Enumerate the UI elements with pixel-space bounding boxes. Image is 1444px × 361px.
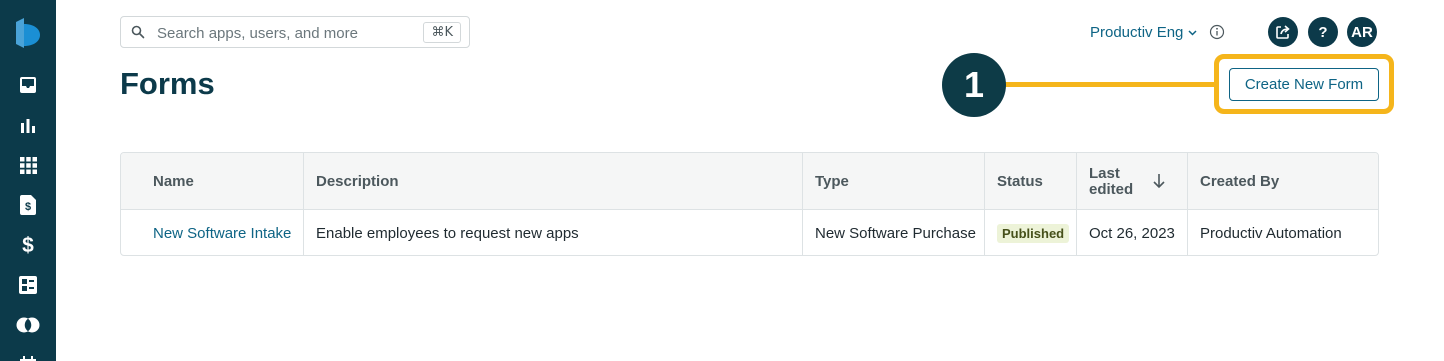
column-divider bbox=[303, 153, 304, 255]
column-header-name[interactable]: Name bbox=[153, 153, 194, 210]
last-edited-date: Oct 26, 2023 bbox=[1089, 224, 1175, 242]
help-icon: ? bbox=[1318, 23, 1328, 41]
apps-grid-icon[interactable] bbox=[16, 153, 40, 177]
column-header-created-by[interactable]: Created By bbox=[1200, 153, 1279, 210]
page-title: Forms bbox=[120, 66, 215, 101]
form-name-link[interactable]: New Software Intake bbox=[153, 210, 291, 255]
productiv-logo-icon[interactable] bbox=[16, 18, 40, 48]
search-shortcut-hint: ⌘K bbox=[423, 22, 461, 43]
forms-icon[interactable] bbox=[16, 273, 40, 297]
column-divider bbox=[1187, 153, 1188, 255]
create-new-form-button[interactable]: Create New Form bbox=[1229, 68, 1379, 101]
search-icon bbox=[131, 25, 145, 39]
column-header-last-edited-line2: edited bbox=[1089, 180, 1134, 198]
org-switcher[interactable]: Productiv Eng bbox=[1090, 24, 1197, 41]
column-header-last-edited[interactable]: Last edited bbox=[1089, 153, 1133, 210]
column-header-status[interactable]: Status bbox=[997, 153, 1043, 210]
user-avatar[interactable]: AR bbox=[1347, 17, 1377, 47]
column-header-description[interactable]: Description bbox=[316, 153, 399, 210]
org-name: Productiv Eng bbox=[1090, 24, 1184, 41]
inbox-icon[interactable] bbox=[16, 73, 40, 97]
column-divider bbox=[802, 153, 803, 255]
svg-text:$: $ bbox=[22, 234, 34, 256]
annotation-connector bbox=[1005, 82, 1216, 87]
table-header bbox=[121, 153, 1378, 210]
sort-descending-icon[interactable] bbox=[1151, 172, 1167, 190]
share-button[interactable] bbox=[1268, 17, 1298, 47]
document-dollar-icon[interactable]: $ bbox=[16, 193, 40, 217]
created-by: Productiv Automation bbox=[1200, 224, 1342, 242]
share-icon bbox=[1276, 25, 1290, 39]
column-header-type[interactable]: Type bbox=[815, 153, 849, 210]
form-type: New Software Purchase bbox=[815, 224, 976, 242]
sidebar: $ $ bbox=[0, 0, 56, 361]
status-badge: Published bbox=[997, 223, 1070, 243]
dollar-icon[interactable]: $ bbox=[16, 233, 40, 257]
avatar-initials: AR bbox=[1351, 23, 1373, 41]
bar-chart-icon[interactable] bbox=[16, 113, 40, 137]
column-divider bbox=[984, 153, 985, 255]
global-search: ⌘K bbox=[120, 16, 470, 48]
help-button[interactable]: ? bbox=[1308, 17, 1338, 47]
svg-text:$: $ bbox=[25, 201, 31, 213]
forms-table: Name Description Type Status Last edited… bbox=[120, 152, 1379, 256]
info-icon[interactable] bbox=[1209, 24, 1225, 40]
column-divider bbox=[1076, 153, 1077, 255]
search-input[interactable] bbox=[157, 22, 417, 44]
calendar-icon[interactable] bbox=[16, 350, 40, 361]
column-header-last-edited-line1: Last bbox=[1089, 164, 1120, 182]
chevron-down-icon bbox=[1188, 29, 1197, 36]
status-cell: Published bbox=[997, 210, 1070, 255]
annotation-step-badge: 1 bbox=[942, 53, 1006, 117]
form-description: Enable employees to request new apps bbox=[316, 224, 579, 242]
overlap-circles-icon[interactable] bbox=[16, 313, 40, 337]
